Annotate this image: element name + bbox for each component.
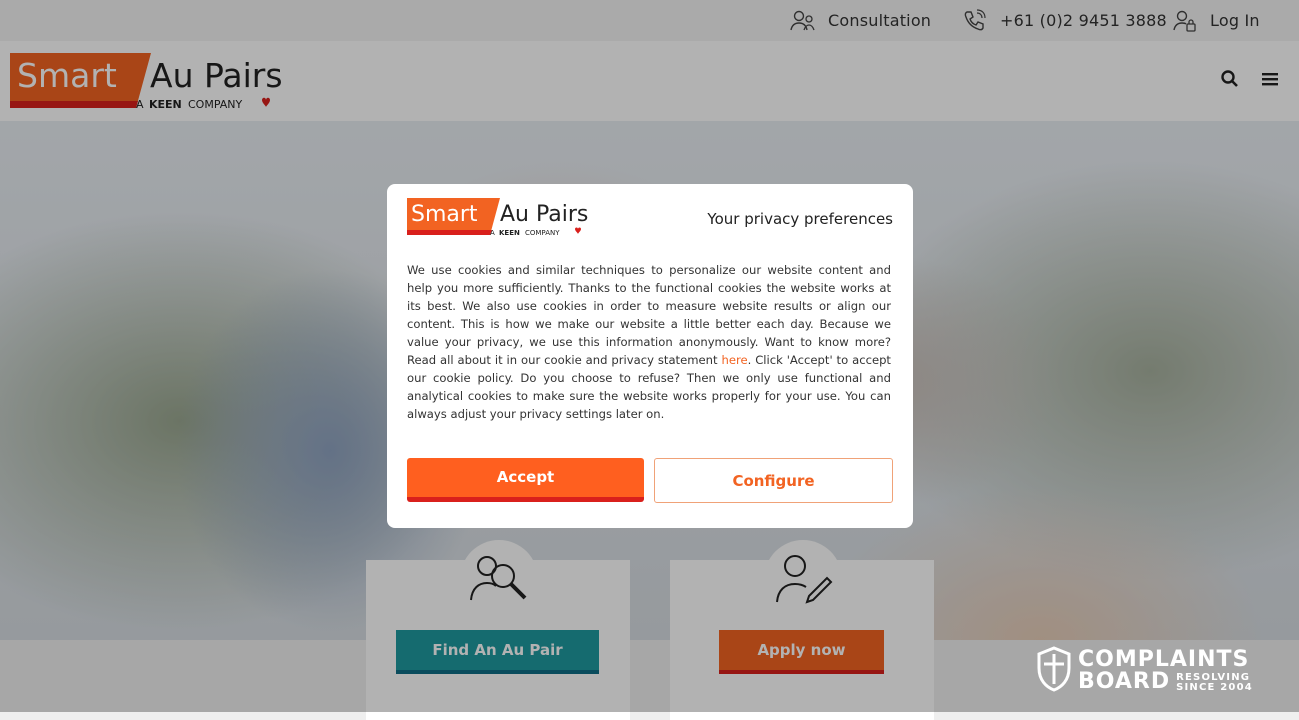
modal-logo-word-smart: Smart <box>411 202 478 227</box>
accept-button[interactable]: Accept <box>407 458 644 502</box>
privacy-preferences-dialog: Smart Au Pairs A KEEN COMPANY Your priva… <box>387 184 913 528</box>
configure-button[interactable]: Configure <box>654 458 893 503</box>
modal-logo-tagline-company: COMPANY <box>525 229 560 237</box>
modal-logo-tagline-keen: KEEN <box>499 229 520 237</box>
complaints-board-text: COMPLAINTS BOARD RESOLVING SINCE 2004 <box>1078 649 1253 693</box>
modal-body-text: We use cookies and similar techniques to… <box>407 261 891 423</box>
modal-title: Your privacy preferences <box>707 210 893 228</box>
modal-logo-tagline-a: A <box>490 229 495 237</box>
badge-line-2: BOARD <box>1078 669 1171 694</box>
modal-logo: Smart Au Pairs A KEEN COMPANY <box>407 198 609 242</box>
badge-line-1: COMPLAINTS <box>1078 647 1250 672</box>
shield-icon <box>1036 646 1072 696</box>
modal-body-part-1: We use cookies and similar techniques to… <box>407 263 891 367</box>
modal-logo-word-aupairs: Au Pairs <box>500 202 588 227</box>
complaints-board-badge[interactable]: COMPLAINTS BOARD RESOLVING SINCE 2004 <box>1036 646 1253 696</box>
badge-line-4: SINCE 2004 <box>1176 682 1253 693</box>
privacy-statement-link[interactable]: here <box>721 353 747 367</box>
